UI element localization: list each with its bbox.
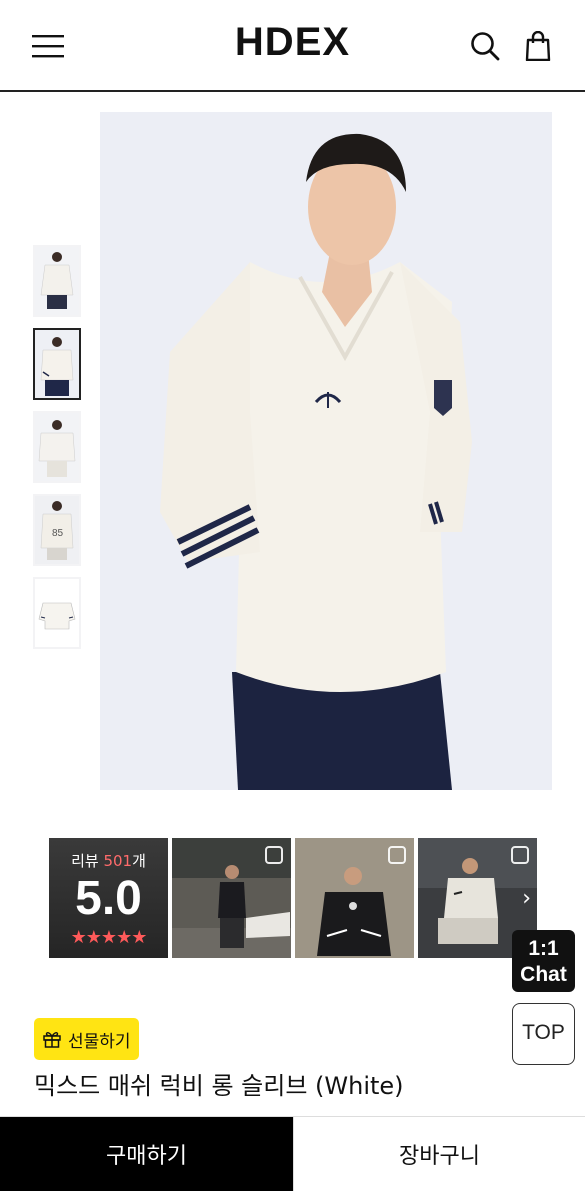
thumbnail-1[interactable] (33, 245, 81, 317)
thumbnail-2[interactable] (33, 328, 81, 400)
scroll-top-button[interactable]: TOP (512, 1003, 575, 1065)
review-stars: ★★★★★ (70, 927, 148, 948)
gift-button[interactable]: 선물하기 (34, 1018, 139, 1060)
gift-label: 선물하기 (68, 1031, 131, 1052)
header: HDEX (0, 0, 585, 92)
main-product-image[interactable] (100, 112, 552, 790)
bottom-action-bar: 구매하기 장바구니 (0, 1116, 585, 1191)
gift-icon (43, 1032, 61, 1048)
add-to-cart-button[interactable]: 장바구니 (293, 1117, 585, 1191)
multi-photo-icon (265, 846, 283, 864)
review-count-label: 리뷰 501개 (71, 852, 146, 870)
search-button[interactable] (465, 24, 505, 68)
chat-button[interactable]: 1:1 Chat (512, 930, 575, 992)
multi-photo-icon (388, 846, 406, 864)
thumbnail-5[interactable] (33, 577, 81, 649)
review-photo-1[interactable] (172, 838, 291, 958)
buy-button[interactable]: 구매하기 (0, 1117, 293, 1191)
review-summary-card[interactable]: 리뷰 501개 5.0 ★★★★★ (49, 838, 168, 958)
multi-photo-icon (511, 846, 529, 864)
thumbnail-3[interactable] (33, 411, 81, 483)
thumbnail-strip: 85 (33, 245, 83, 660)
review-strip: 리뷰 501개 5.0 ★★★★★ › (49, 838, 537, 958)
thumbnail-4[interactable]: 85 (33, 494, 81, 566)
review-photo-2[interactable] (295, 838, 414, 958)
chevron-right-icon[interactable]: › (522, 886, 531, 911)
cart-button[interactable] (518, 24, 558, 68)
search-icon (471, 32, 500, 61)
model-photo (100, 112, 552, 790)
svg-text:85: 85 (52, 528, 64, 539)
review-count: 501 (103, 852, 133, 870)
shopping-bag-icon (525, 31, 551, 61)
review-score: 5.0 (75, 872, 142, 925)
product-title: 믹스드 매쉬 럭비 롱 슬리브 (White) (34, 1072, 404, 1100)
